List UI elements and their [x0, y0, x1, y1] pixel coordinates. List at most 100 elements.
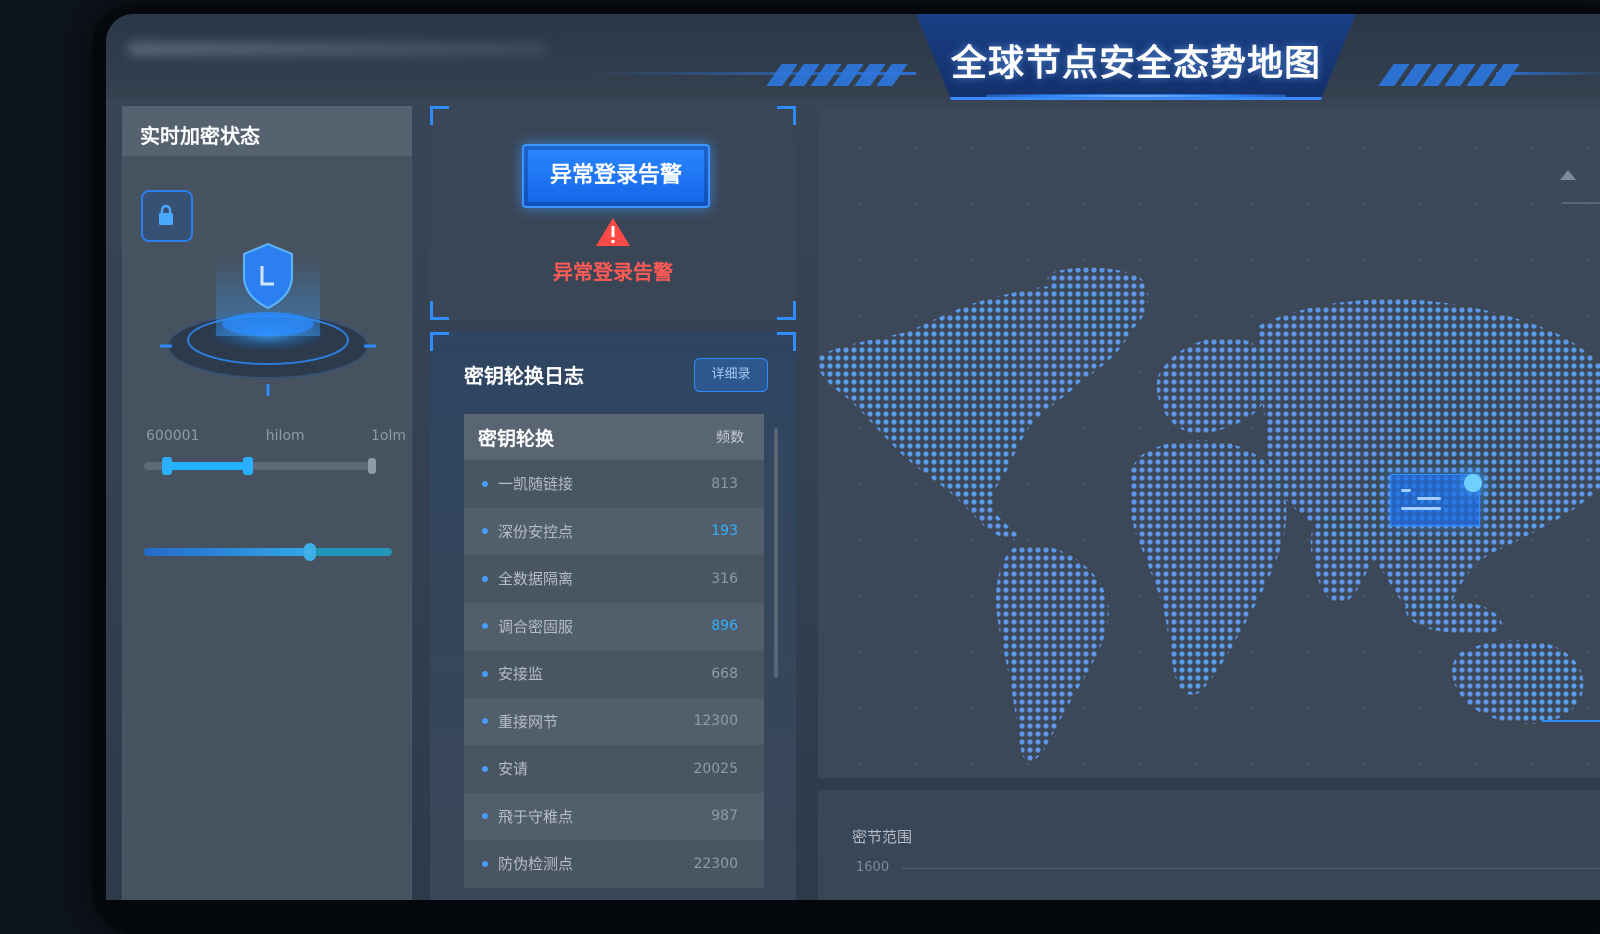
- corner-bracket: [430, 332, 449, 351]
- row-label-text: 深份安控点: [498, 522, 574, 541]
- table-header-count: 频数: [716, 430, 744, 446]
- row-value: 987: [711, 808, 738, 825]
- alert-message: 异常登录告警: [553, 260, 673, 284]
- log-detail-button[interactable]: 详细录: [694, 358, 768, 392]
- row-label-text: 一凯随链接: [498, 475, 574, 494]
- continent-india: [1310, 516, 1372, 605]
- row-value: 668: [711, 665, 738, 682]
- bullet-dot-icon: [482, 718, 488, 725]
- table-body: 一凯随链接 813 深份安控点 193 全数据隔离 316 调合密固服 896 安接监 668 重接…: [464, 460, 764, 888]
- row-value: 20025: [693, 760, 738, 777]
- row-label: 深份安控点: [482, 521, 573, 542]
- range-slider-max-handle[interactable]: [243, 457, 253, 475]
- bullet-dot-icon: [482, 813, 488, 820]
- row-label: 飛于守稚点: [482, 806, 573, 827]
- row-label-text: 安请: [498, 760, 529, 779]
- row-label: 安请: [482, 758, 528, 779]
- progress-slider[interactable]: [144, 543, 392, 561]
- row-label-text: 全数据隔离: [498, 570, 574, 589]
- distribution-panel: 密节范围 1600: [818, 790, 1600, 900]
- table-header-name: 密钥轮换: [478, 427, 555, 450]
- row-value: 22300: [693, 855, 738, 872]
- row-value: 813: [711, 475, 738, 492]
- row-label-text: 调合密固服: [498, 617, 574, 636]
- bullet-dot-icon: [482, 480, 488, 487]
- log-title: 密钥轮换日志: [464, 364, 584, 388]
- abnormal-login-alert-button[interactable]: 异常登录告警: [522, 144, 710, 208]
- slider-label-3: 1olm: [371, 428, 406, 444]
- row-label-text: 防伪检测点: [498, 855, 574, 874]
- key-rotation-log-panel: 密钥轮换日志 详细录 密钥轮换 频数 一凯随链接 813 深份安控点 193 全数据隔离…: [430, 332, 796, 900]
- continent-indonesia: [1405, 598, 1502, 635]
- table-row[interactable]: 安接监 668: [464, 650, 764, 698]
- table-row[interactable]: 调合密固服 896: [464, 602, 764, 650]
- title-glow: [986, 94, 1286, 98]
- corner-bracket: [777, 332, 796, 351]
- row-value: 12300: [693, 713, 738, 730]
- bullet-dot-icon: [482, 860, 488, 867]
- bullet-dot-icon: [482, 528, 488, 535]
- bullet-dot-icon: [482, 623, 488, 630]
- continent-south-america: [996, 544, 1109, 762]
- warning-triangle-icon: [596, 218, 630, 246]
- continent-europe: [1156, 336, 1271, 434]
- table-scrollbar[interactable]: [774, 428, 778, 678]
- row-label-text: 飛于守稚点: [498, 807, 574, 826]
- distribution-axis-value: 1600: [856, 860, 890, 875]
- range-slider[interactable]: [144, 457, 376, 475]
- table-row[interactable]: 一凯随链接 813: [464, 460, 764, 508]
- world-map: [818, 267, 1600, 762]
- range-slider-min-handle[interactable]: [162, 457, 172, 475]
- continent-australia: [1452, 639, 1584, 724]
- row-value: 193: [711, 523, 738, 540]
- range-slider-fill: [166, 462, 248, 470]
- distribution-title: 密节范围: [852, 828, 913, 846]
- bullet-dot-icon: [482, 765, 488, 772]
- row-label: 安接监: [482, 663, 543, 684]
- map-side-divider: [1562, 202, 1600, 204]
- panel-title: 实时加密状态: [140, 124, 260, 148]
- progress-slider-fill: [144, 548, 310, 556]
- slider-label-1: 600001: [146, 428, 200, 444]
- table-header: 密钥轮换 频数: [464, 414, 764, 460]
- row-value: 896: [711, 618, 738, 635]
- page-title: 全球节点安全态势地图: [950, 43, 1321, 84]
- slider-labels: 600001 hilom 1olm: [146, 428, 406, 444]
- alert-panel: 异常登录告警 异常登录告警: [430, 106, 796, 320]
- table-row[interactable]: 飛于守稚点 987: [464, 792, 764, 840]
- top-header: 全球节点安全态势地图: [106, 14, 1600, 100]
- map-scroll-up-icon[interactable]: [1560, 170, 1576, 180]
- table-row[interactable]: 重接网节 12300: [464, 697, 764, 745]
- continent-africa: [1128, 439, 1287, 695]
- corner-bracket: [777, 106, 796, 125]
- dashboard-screen: 全球节点安全态势地图 实时加密状态 600001 hilom 1olm 异常登录…: [106, 14, 1600, 900]
- panel-header: 实时加密状态: [122, 106, 412, 156]
- table-row[interactable]: 深份安控点 193: [464, 507, 764, 555]
- distribution-gridline: [902, 868, 1600, 869]
- row-label: 重接网节: [482, 711, 558, 732]
- header-line-right: [1496, 72, 1600, 75]
- bullet-dot-icon: [482, 575, 488, 582]
- row-label: 调合密固服: [482, 616, 573, 637]
- progress-slider-handle[interactable]: [304, 543, 316, 561]
- shield-platform: [160, 242, 376, 396]
- header-stripes-left: [766, 64, 908, 86]
- table-row[interactable]: 安请 20025: [464, 745, 764, 793]
- row-label-text: 安接监: [498, 665, 544, 684]
- header-stripes-right: [1378, 64, 1520, 86]
- key-rotation-table: 密钥轮换 频数 一凯随链接 813 深份安控点 193 全数据隔离 316 调合密固服 896…: [464, 414, 764, 888]
- corner-bracket: [430, 301, 449, 320]
- table-row[interactable]: 防伪检测点 22300: [464, 840, 764, 888]
- row-value: 316: [711, 570, 738, 587]
- range-slider-end-cap: [368, 458, 376, 474]
- map-accent-line: [1542, 720, 1600, 722]
- row-label: 防伪检测点: [482, 853, 573, 874]
- table-row[interactable]: 全数据隔离 316: [464, 555, 764, 603]
- row-label-text: 重接网节: [498, 712, 559, 731]
- corner-bracket: [430, 106, 449, 125]
- blurred-window-title: [128, 42, 548, 56]
- row-label: 全数据隔离: [482, 568, 573, 589]
- world-map-panel: [818, 106, 1600, 778]
- node-marker-icon[interactable]: [1464, 474, 1482, 492]
- bullet-dot-icon: [482, 670, 488, 677]
